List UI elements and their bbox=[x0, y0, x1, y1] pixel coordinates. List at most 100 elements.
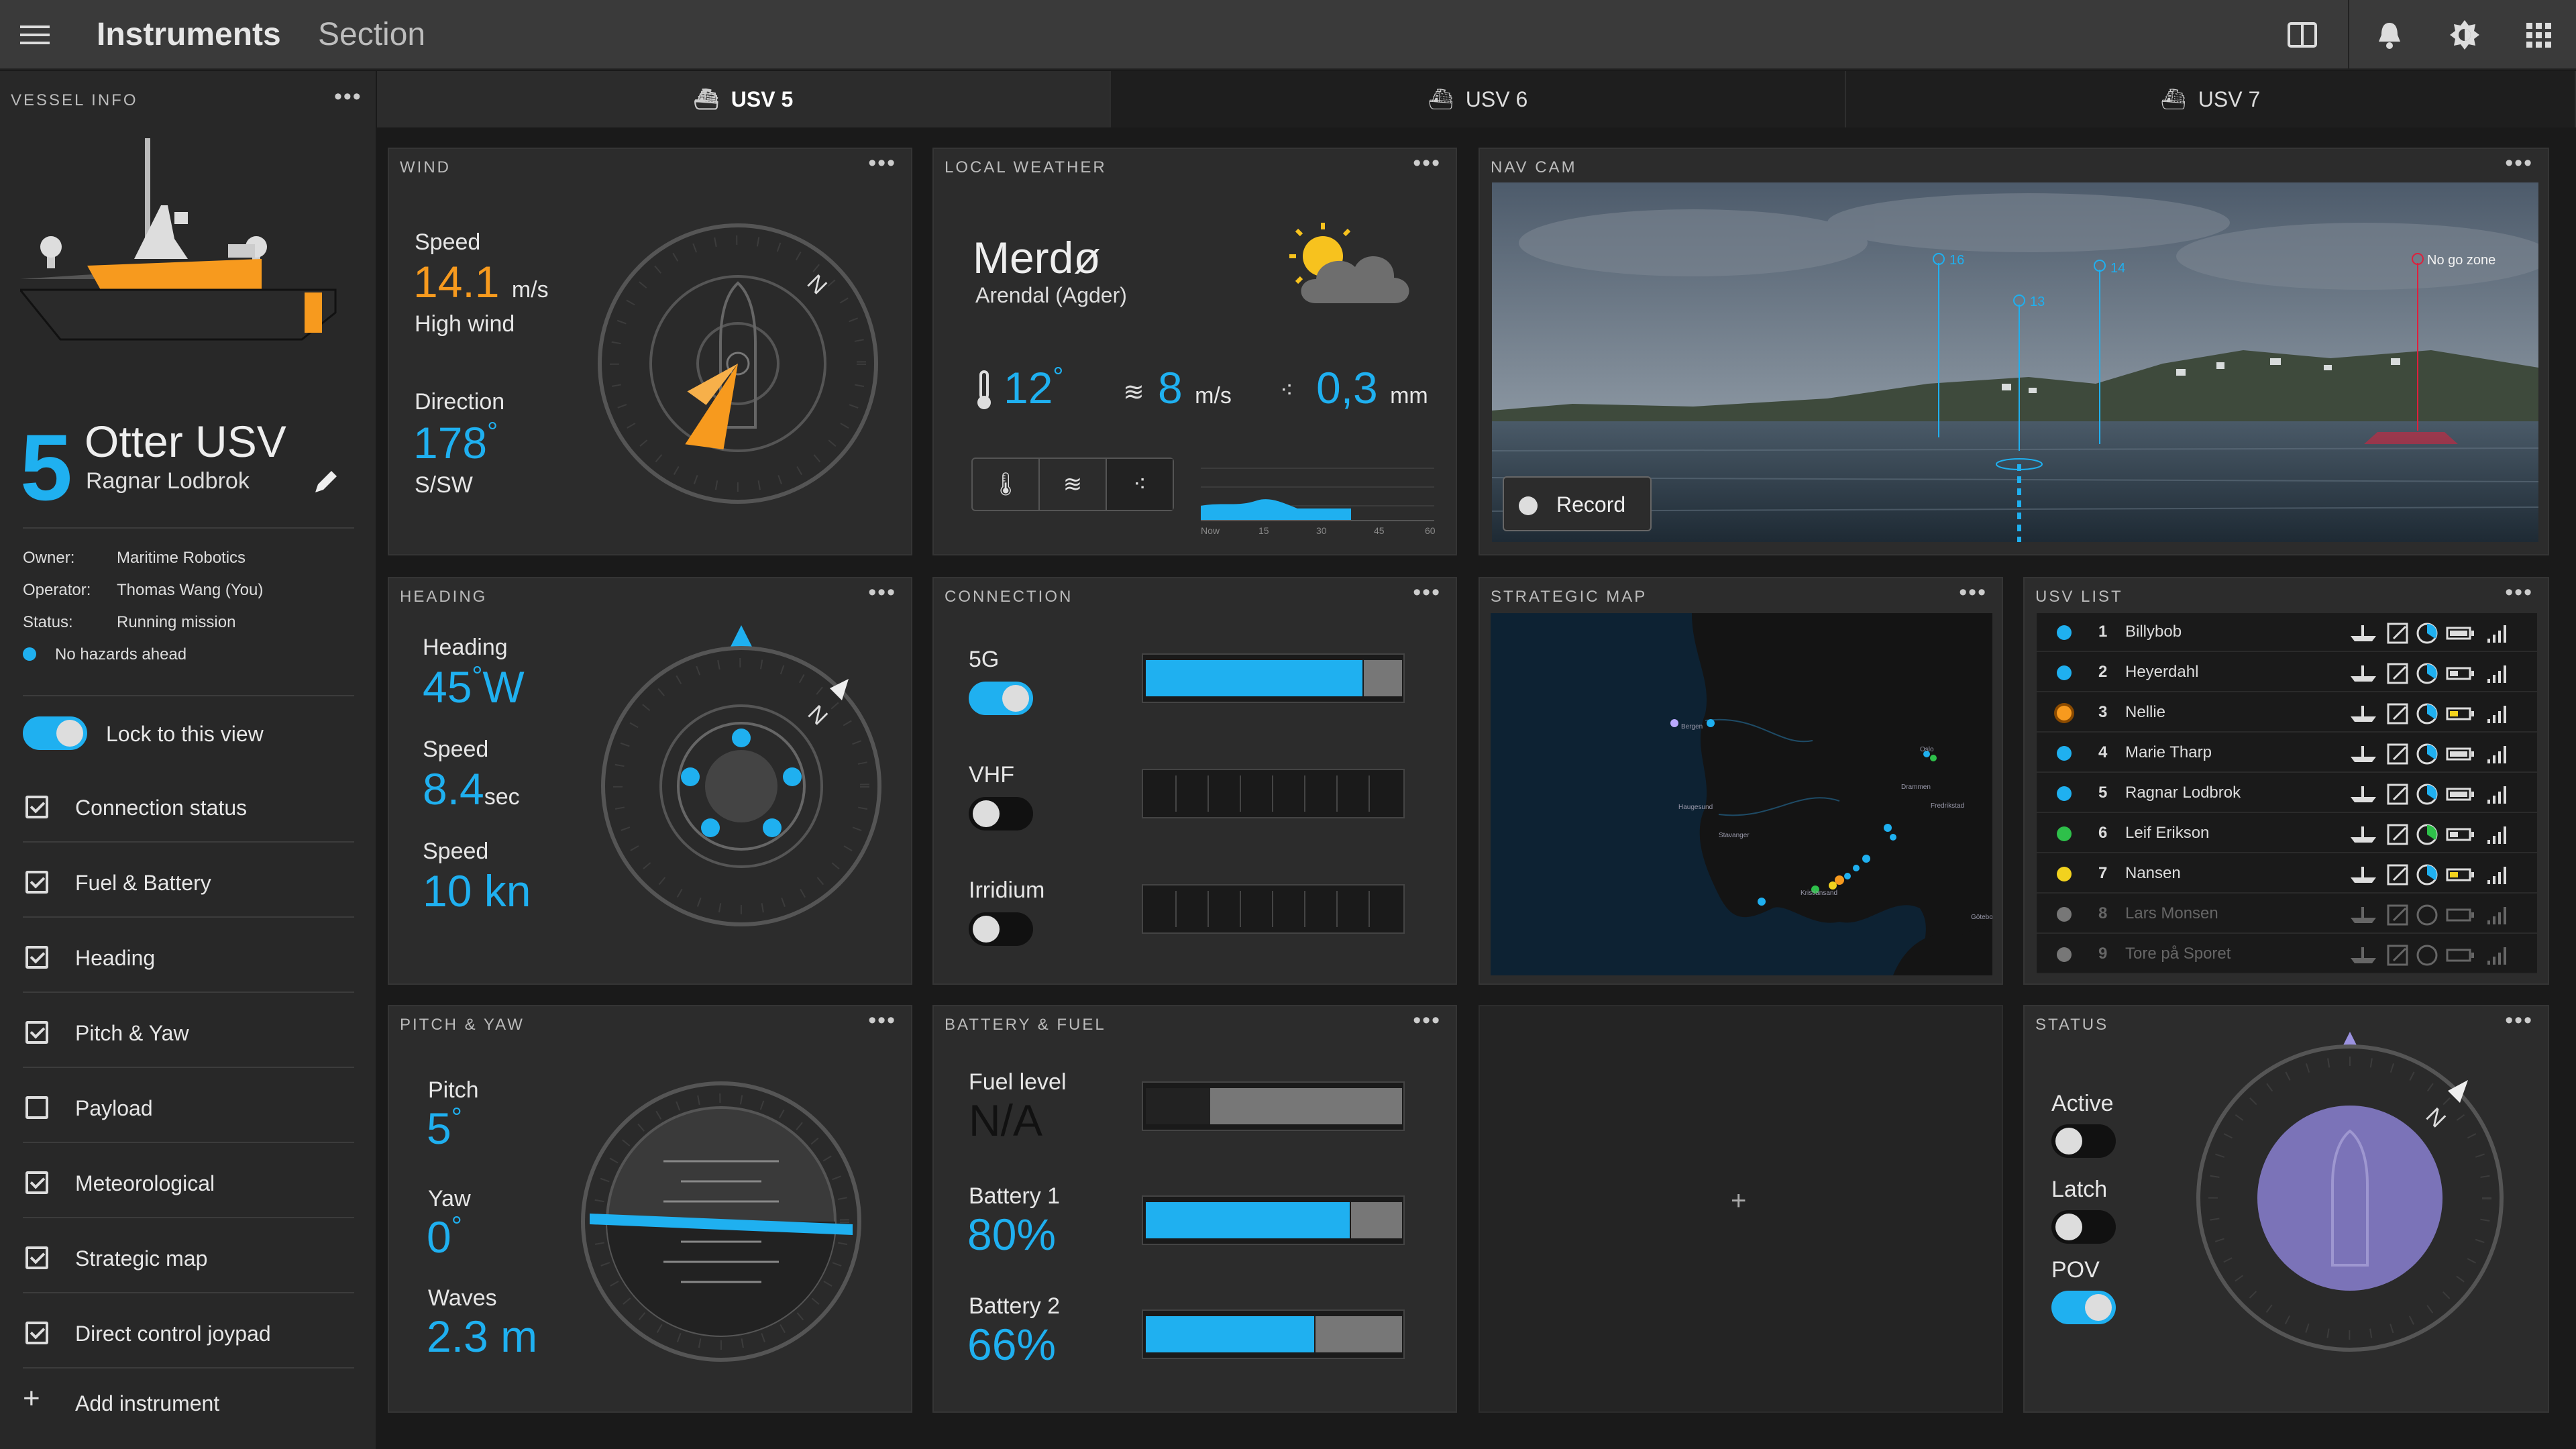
panel-more-icon[interactable]: ••• bbox=[1959, 580, 1987, 606]
panel-more-icon[interactable]: ••• bbox=[1413, 150, 1441, 176]
usv-name: Nansen bbox=[2125, 864, 2181, 882]
usv-list-row[interactable]: 3 Nellie bbox=[2037, 694, 2537, 733]
brightness-icon[interactable] bbox=[2447, 17, 2482, 52]
panel-more-icon[interactable]: ••• bbox=[868, 1008, 896, 1034]
usv-list-row[interactable]: 6 Leif Erikson bbox=[2037, 814, 2537, 853]
signal-icon bbox=[2487, 746, 2506, 763]
panel-more-icon[interactable]: ••• bbox=[1413, 580, 1441, 606]
toggle-vhf[interactable] bbox=[969, 797, 1033, 830]
checkbox-checked-icon[interactable] bbox=[25, 1021, 48, 1044]
sidebar-heading: VESSEL INFO bbox=[11, 91, 138, 109]
edit-pencil-icon[interactable] bbox=[311, 467, 341, 496]
usv-list-row[interactable]: 8 Lars Monsen bbox=[2037, 895, 2537, 934]
usv-status-dot bbox=[2057, 706, 2072, 720]
sidebar-item-meteorological[interactable]: Meteorological bbox=[23, 1144, 354, 1218]
boat-icon: ⛴ bbox=[1428, 88, 1454, 111]
signal-icon bbox=[2487, 907, 2506, 924]
nav-cam-panel: NAV CAM ••• 16 13 14 No go zone Record bbox=[1479, 148, 2549, 555]
add-instrument-icon[interactable]: + bbox=[23, 1382, 40, 1415]
sidebar-item-fuel-battery[interactable]: Fuel & Battery bbox=[23, 844, 354, 918]
checkbox-checked-icon[interactable] bbox=[25, 1171, 48, 1194]
panel-more-icon[interactable]: ••• bbox=[868, 580, 896, 606]
usv-status-icons bbox=[2349, 863, 2530, 887]
panel-title: HEADING bbox=[400, 588, 488, 606]
hamburger-menu-icon[interactable] bbox=[20, 20, 50, 50]
add-instrument-label[interactable]: Add instrument bbox=[75, 1391, 219, 1416]
checkbox-checked-icon[interactable] bbox=[25, 946, 48, 969]
usv-list-panel: USV LIST ••• 1 Billybob 2 Heyerdahl 3 Nellie 4… bbox=[2023, 577, 2549, 985]
bell-icon[interactable] bbox=[2372, 17, 2407, 52]
checkbox-checked-icon[interactable] bbox=[25, 871, 48, 894]
usv-list-row[interactable]: 5 Ragnar Lodbrok bbox=[2037, 774, 2537, 813]
sidebar-item-direct-control-joypad[interactable]: Direct control joypad bbox=[23, 1295, 354, 1368]
partly-cloudy-icon bbox=[1289, 223, 1409, 303]
axis-label: 15 bbox=[1258, 525, 1269, 535]
split-view-icon[interactable] bbox=[2285, 17, 2320, 52]
pov-toggle[interactable] bbox=[2051, 1291, 2116, 1324]
apps-grid-icon[interactable] bbox=[2521, 17, 2556, 52]
usv-status-dot bbox=[2057, 826, 2072, 841]
usv-list-row[interactable]: 4 Marie Tharp bbox=[2037, 734, 2537, 773]
temperature-tab-icon[interactable]: 🌡 bbox=[973, 459, 1040, 510]
usv-number: 6 bbox=[2098, 824, 2108, 842]
sidebar-item-label: Meteorological bbox=[75, 1171, 215, 1195]
add-instrument-plus-icon[interactable]: + bbox=[1731, 1186, 1746, 1216]
boat-icon: ⛴ bbox=[693, 88, 719, 111]
usv-list-row[interactable]: 2 Heyerdahl bbox=[2037, 653, 2537, 692]
battery-fuel-panel: BATTERY & FUEL ••• Fuel level N/A Batter… bbox=[932, 1005, 1457, 1413]
signal-fill bbox=[1146, 660, 1362, 696]
pitch-yaw-panel: PITCH & YAW ••• Pitch 5° Yaw 0° Waves 2.… bbox=[388, 1005, 912, 1413]
lock-view-toggle[interactable] bbox=[23, 716, 87, 750]
active-toggle[interactable] bbox=[2051, 1124, 2116, 1158]
usv-list-row[interactable]: 1 Billybob bbox=[2037, 613, 2537, 652]
record-button[interactable]: Record bbox=[1503, 476, 1652, 531]
axis-label: 60 bbox=[1425, 525, 1436, 535]
wind-tab-icon[interactable]: ≋ bbox=[1040, 459, 1107, 510]
panel-more-icon[interactable]: ••• bbox=[868, 150, 896, 176]
checkbox-checked-icon[interactable] bbox=[25, 1246, 48, 1269]
latch-toggle[interactable] bbox=[2051, 1210, 2116, 1244]
sidebar-item-connection-status[interactable]: Connection status bbox=[23, 769, 354, 843]
battery-icon bbox=[2446, 627, 2474, 640]
operator-row: Operator: Thomas Wang (You) bbox=[23, 581, 263, 600]
panel-more-icon[interactable]: ••• bbox=[2505, 580, 2533, 606]
usv-list-row[interactable]: 7 Nansen bbox=[2037, 855, 2537, 894]
panel-more-icon[interactable]: ••• bbox=[2505, 150, 2533, 176]
pov-label: POV bbox=[2051, 1257, 2100, 1283]
empty-instrument-slot[interactable]: + bbox=[1479, 1005, 2003, 1413]
axis-label: Now bbox=[1201, 525, 1220, 535]
checkbox-checked-icon[interactable] bbox=[25, 1322, 48, 1344]
sidebar-more-icon[interactable]: ••• bbox=[334, 85, 362, 108]
bar-segment bbox=[1304, 891, 1305, 927]
strategic-map[interactable]: Bergen Oslo Haugesund Drammen Stavanger … bbox=[1491, 613, 1992, 975]
sidebar-item-heading[interactable]: Heading bbox=[23, 919, 354, 993]
toggle-5g[interactable] bbox=[969, 682, 1033, 715]
sidebar-item-strategic-map[interactable]: Strategic map bbox=[23, 1220, 354, 1293]
dial-icon bbox=[2416, 945, 2438, 966]
tab-usv-5[interactable]: ⛴ USV 5 bbox=[377, 71, 1111, 127]
status-panel: STATUS ••• Active Latch POV N bbox=[2023, 1005, 2549, 1413]
tab-usv-7[interactable]: ⛴ USV 7 bbox=[1846, 71, 2576, 127]
wind-speed-label: Speed bbox=[415, 229, 481, 255]
panel-more-icon[interactable]: ••• bbox=[2505, 1008, 2533, 1034]
battery-2-fill bbox=[1146, 1316, 1314, 1352]
rain-tab-icon[interactable]: ⁖ bbox=[1107, 459, 1173, 510]
external-link-icon bbox=[2387, 864, 2408, 885]
usv-list-row[interactable]: 9 Tore på Sporet bbox=[2037, 935, 2537, 974]
checkbox-checked-icon[interactable] bbox=[25, 796, 48, 818]
checkbox-unchecked-icon[interactable] bbox=[25, 1096, 48, 1119]
pitch-value: 5° bbox=[427, 1103, 462, 1154]
sidebar-item-label: Pitch & Yaw bbox=[75, 1021, 189, 1045]
wind-number: 8 bbox=[1158, 363, 1183, 413]
heading-marker-icon bbox=[731, 625, 752, 647]
external-link-icon bbox=[2387, 623, 2408, 644]
sidebar-item-payload[interactable]: Payload bbox=[23, 1069, 354, 1143]
external-link-icon bbox=[2387, 784, 2408, 805]
panel-more-icon[interactable]: ••• bbox=[1413, 1008, 1441, 1034]
toggle-irridium[interactable] bbox=[969, 912, 1033, 946]
usv-name: Billybob bbox=[2125, 623, 2182, 641]
sidebar-item-pitch-yaw[interactable]: Pitch & Yaw bbox=[23, 994, 354, 1068]
tab-usv-6[interactable]: ⛴ USV 6 bbox=[1111, 71, 1846, 127]
degree-sign: ° bbox=[1053, 362, 1064, 392]
strategic-map-panel: STRATEGIC MAP ••• Bergen Oslo Haugesund … bbox=[1479, 577, 2003, 985]
